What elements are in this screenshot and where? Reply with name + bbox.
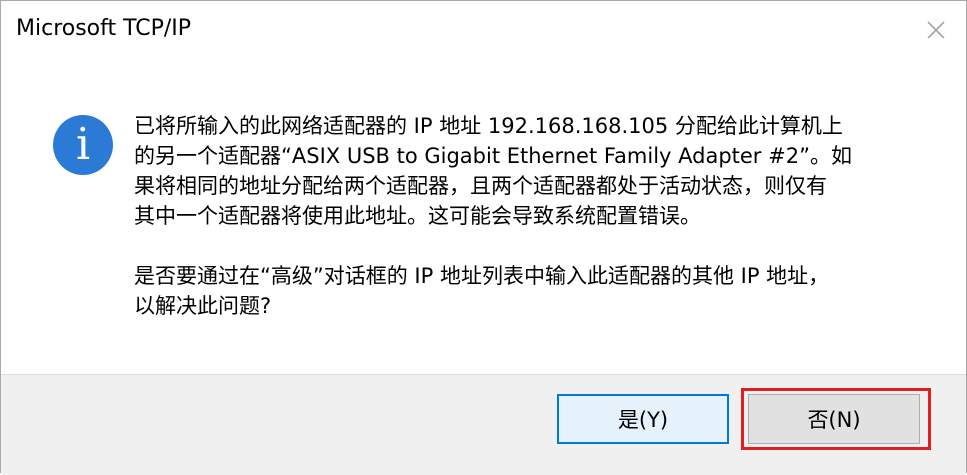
dialog-content: i 已将所输入的此网络适配器的 IP 地址 192.168.168.105 分配… [1, 59, 966, 373]
message-text: 已将所输入的此网络适配器的 IP 地址 192.168.168.105 分配给此… [134, 111, 934, 321]
close-icon [927, 21, 945, 39]
close-button[interactable] [906, 1, 966, 59]
button-bar: 是(Y) 否(N) [1, 374, 966, 475]
message-dialog: Microsoft TCP/IP i 已将所输入的此网络适配器的 IP 地址 1… [0, 0, 967, 475]
dialog-title: Microsoft TCP/IP [16, 16, 192, 41]
no-button[interactable]: 否(N) [748, 394, 920, 444]
yes-button[interactable]: 是(Y) [557, 394, 729, 444]
info-icon: i [53, 115, 113, 175]
message-paragraph-2: 是否要通过在“高级”对话框的 IP 地址列表中输入此适配器的其他 IP 地址， … [134, 264, 830, 318]
title-bar[interactable]: Microsoft TCP/IP [1, 1, 966, 59]
message-paragraph-1: 已将所输入的此网络适配器的 IP 地址 192.168.168.105 分配给此… [134, 114, 852, 228]
